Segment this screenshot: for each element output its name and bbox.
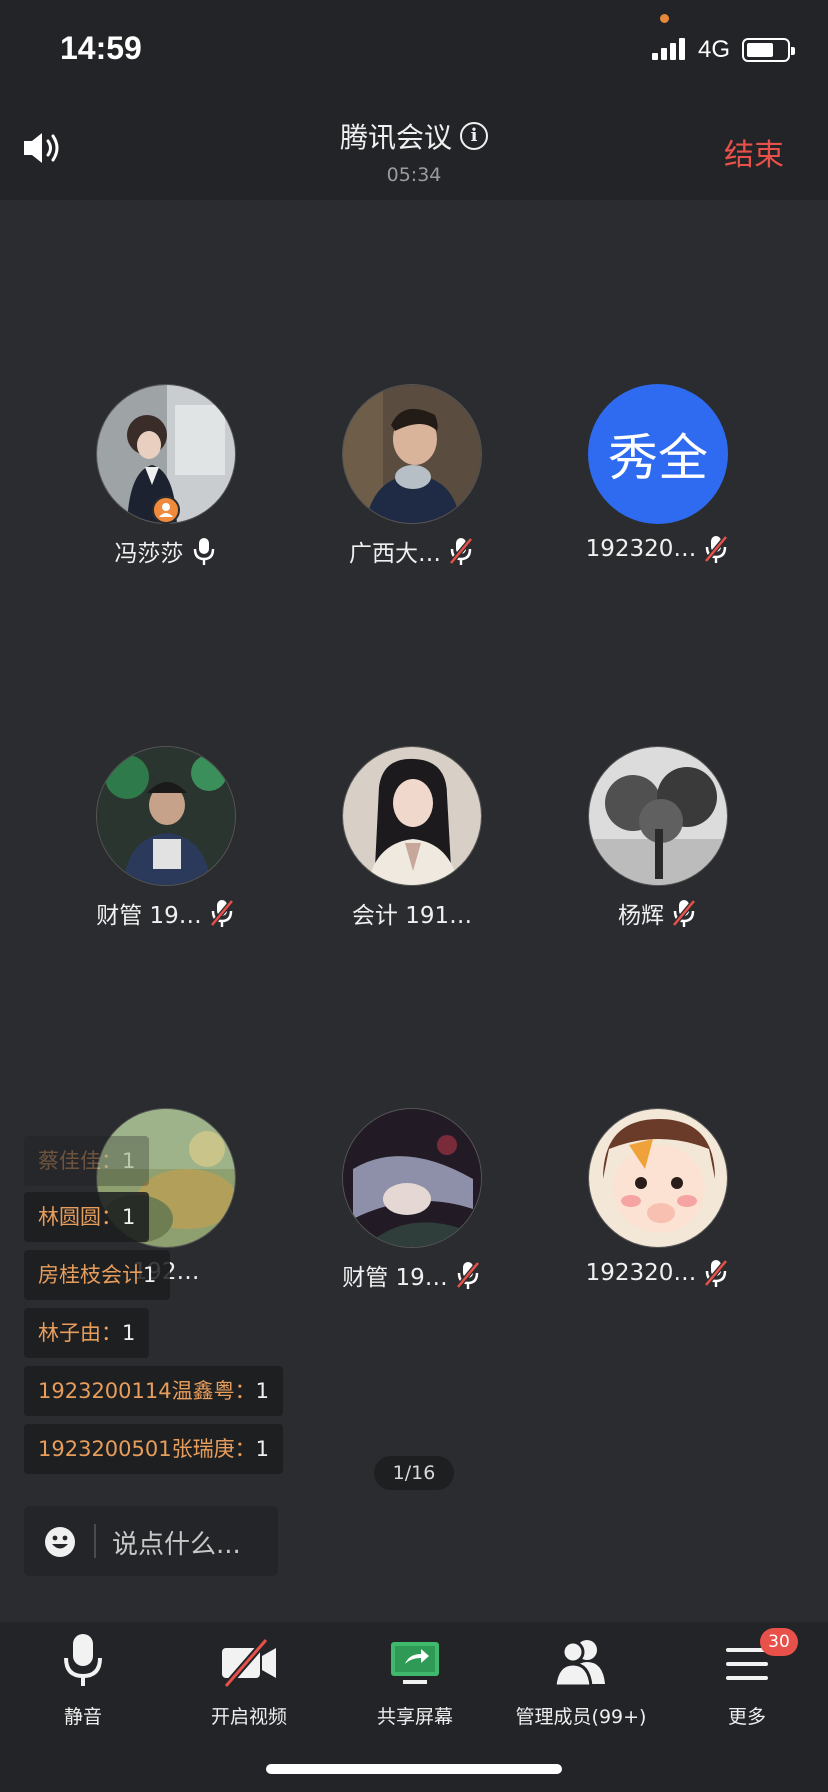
participant-tile[interactable]: 冯莎莎 bbox=[56, 384, 276, 584]
avatar bbox=[342, 384, 482, 524]
toolbar-label: 共享屏幕 bbox=[376, 1706, 453, 1728]
more-button[interactable]: 30 更多 bbox=[664, 1622, 828, 1732]
chat-text: 1 bbox=[255, 1379, 269, 1403]
chat-text: 1 bbox=[255, 1437, 269, 1461]
chat-message: 林圆圆：1 bbox=[24, 1192, 150, 1242]
participant-label: 财管 19… bbox=[302, 1258, 522, 1292]
avatar-initials: 秀全 bbox=[588, 384, 728, 524]
chat-sender: 林圆圆： bbox=[38, 1205, 122, 1229]
mic-icon bbox=[64, 1634, 102, 1686]
mic-muted-icon bbox=[455, 1261, 480, 1289]
mic-muted-icon bbox=[672, 899, 696, 927]
status-time: 14:59 bbox=[60, 30, 142, 66]
end-meeting-button[interactable]: 结束 bbox=[724, 130, 784, 174]
chat-message: 1923200114温鑫粤：1 bbox=[24, 1366, 283, 1416]
participant-label: 财管 19… bbox=[56, 896, 276, 930]
chat-message: 林子由：1 bbox=[24, 1308, 150, 1358]
chat-text: 1 bbox=[122, 1205, 136, 1229]
participant-label: 广西大… bbox=[302, 534, 522, 568]
chat-text: 1 bbox=[122, 1149, 136, 1173]
info-icon[interactable]: i bbox=[460, 122, 488, 150]
signal-icon bbox=[652, 38, 686, 60]
emoji-icon[interactable] bbox=[44, 1526, 76, 1558]
chat-input[interactable]: 说点什么... bbox=[24, 1506, 278, 1576]
participant-tile[interactable]: 杨辉 bbox=[548, 746, 768, 946]
network-type: 4G bbox=[698, 36, 731, 63]
chat-placeholder[interactable]: 说点什么... bbox=[112, 1524, 241, 1561]
avatar bbox=[588, 746, 728, 886]
participant-name: 192320… bbox=[585, 1260, 697, 1286]
participant-tile[interactable]: 财管 19… bbox=[56, 746, 276, 946]
chat-text: 1 bbox=[122, 1321, 136, 1345]
meeting-timer: 05:34 bbox=[386, 164, 442, 186]
participant-label: 会计 191… bbox=[302, 896, 522, 930]
toolbar-label: 更多 bbox=[727, 1706, 766, 1728]
toolbar-label: 开启视频 bbox=[210, 1706, 287, 1728]
chat-sender: 蔡佳佳： bbox=[38, 1149, 122, 1173]
participant-tile[interactable]: 会计 191… bbox=[302, 746, 522, 946]
chat-sender: 1923200501张瑞庚： bbox=[38, 1437, 256, 1461]
participant-label: 192320… bbox=[548, 1258, 768, 1288]
chat-message: 房桂枝会计1 bbox=[24, 1250, 171, 1300]
meeting-title[interactable]: 腾讯会议 i bbox=[0, 116, 828, 156]
mic-muted-icon bbox=[209, 899, 234, 927]
participant-label: 冯莎莎 bbox=[56, 534, 276, 568]
avatar bbox=[342, 746, 482, 886]
status-bar: 14:59 4G bbox=[0, 0, 828, 96]
share-screen-button[interactable]: 共享屏幕 bbox=[332, 1622, 498, 1732]
avatar bbox=[96, 746, 236, 886]
participant-tile[interactable]: 192320… bbox=[548, 1108, 768, 1308]
chat-message: 1923200501张瑞庚：1 bbox=[24, 1424, 283, 1474]
participant-name: 财管 19… bbox=[96, 903, 202, 929]
mic-muted-icon bbox=[704, 1259, 729, 1287]
notification-badge: 30 bbox=[760, 1628, 798, 1656]
avatar bbox=[342, 1108, 482, 1248]
mic-muted-icon bbox=[449, 537, 473, 565]
meeting-title-text: 腾讯会议 bbox=[339, 121, 452, 154]
participant-name: 冯莎莎 bbox=[114, 541, 184, 567]
divider bbox=[94, 1524, 96, 1558]
chat-text: 1 bbox=[143, 1263, 157, 1287]
chat-sender: 1923200114温鑫粤： bbox=[38, 1379, 256, 1403]
mic-muted-icon bbox=[704, 535, 729, 563]
participant-name: 广西大… bbox=[349, 541, 441, 567]
share-screen-icon bbox=[391, 1642, 439, 1684]
battery-icon bbox=[742, 38, 795, 62]
start-video-button[interactable]: 开启视频 bbox=[166, 1622, 332, 1732]
manage-members-button[interactable]: 管理成员(99+) bbox=[498, 1622, 664, 1732]
privacy-dot bbox=[660, 14, 669, 23]
chat-sender: 林子由： bbox=[38, 1321, 122, 1345]
mic-on-icon bbox=[193, 538, 214, 565]
chat-sender: 房桂枝会计 bbox=[38, 1263, 143, 1287]
participant-name: 财管 19… bbox=[342, 1265, 448, 1291]
participant-name: 杨辉 bbox=[618, 903, 664, 929]
home-indicator[interactable] bbox=[266, 1764, 562, 1774]
chat-message: 蔡佳佳：1 bbox=[24, 1136, 150, 1186]
page-indicator: 1/16 bbox=[374, 1456, 454, 1490]
participant-tile[interactable]: 秀全 192320… bbox=[548, 384, 768, 584]
camera-off-icon bbox=[222, 1637, 276, 1689]
participant-tile[interactable]: 广西大… bbox=[302, 384, 522, 584]
participant-label: 杨辉 bbox=[548, 896, 768, 930]
toolbar-label: 静音 bbox=[63, 1706, 102, 1728]
host-badge-icon bbox=[152, 496, 180, 524]
avatar bbox=[588, 1108, 728, 1248]
participant-name: 会计 191… bbox=[351, 903, 473, 929]
members-icon bbox=[553, 1640, 605, 1688]
participant-label: 192320… bbox=[548, 534, 768, 564]
toolbar-label: 管理成员(99+) bbox=[515, 1706, 647, 1728]
participant-tile[interactable]: 财管 19… bbox=[302, 1108, 522, 1308]
participant-name: 192320… bbox=[585, 536, 697, 562]
meeting-header: 腾讯会议 i 05:34 结束 bbox=[0, 96, 828, 200]
mute-button[interactable]: 静音 bbox=[0, 1622, 166, 1732]
